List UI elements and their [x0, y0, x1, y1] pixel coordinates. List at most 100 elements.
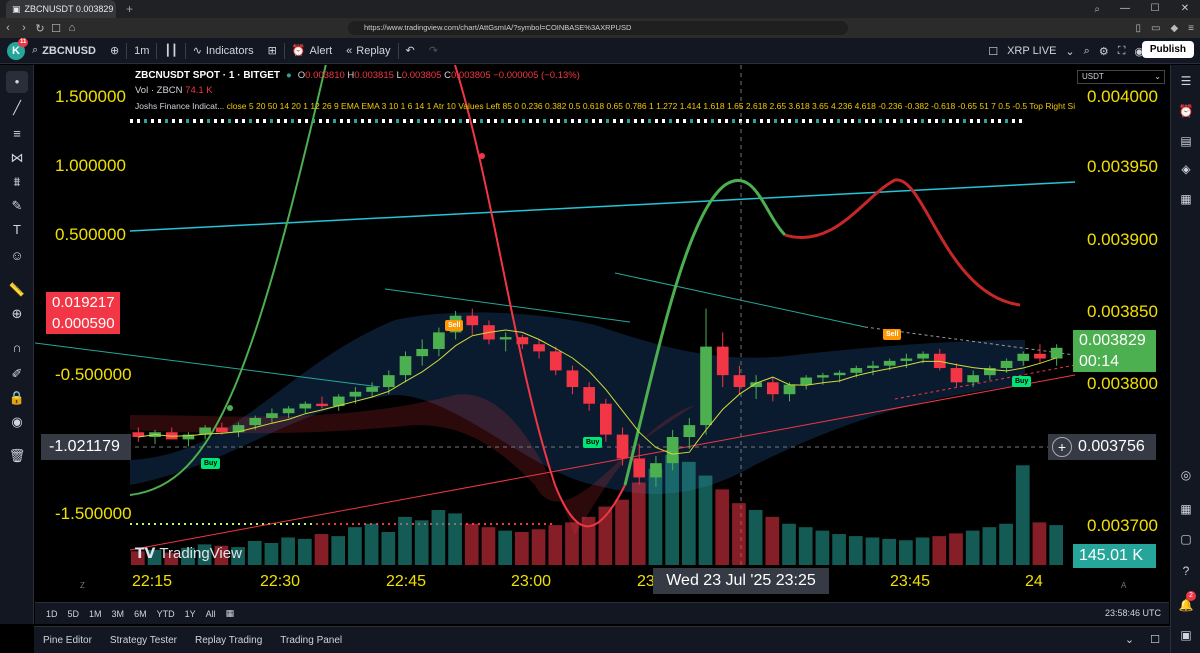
period-1m[interactable]: 1M: [84, 609, 107, 619]
period-1d[interactable]: 1D: [41, 609, 63, 619]
currency-label: USDT: [1082, 72, 1104, 81]
ruler-tool-icon[interactable]: 📏: [6, 279, 28, 301]
url-field[interactable]: https://www.tradingview.com/chart/AttGsm…: [348, 21, 848, 35]
indicator-dot: [858, 119, 861, 123]
indicator-dot: [394, 523, 396, 525]
volume-bar: [748, 510, 763, 565]
calendar-icon[interactable]: ▦: [1176, 499, 1196, 519]
candles-icon: ┃┃: [164, 45, 178, 57]
wallet-icon[interactable]: ▭: [1151, 23, 1160, 34]
crosshair-tool-icon[interactable]: •: [6, 71, 28, 93]
symbol-label: ZBCNUSD: [42, 44, 96, 57]
layout-icon[interactable]: ☐: [988, 45, 998, 58]
tab-replay-trading[interactable]: Replay Trading: [186, 635, 271, 646]
brush-tool-icon[interactable]: ✎: [6, 195, 28, 217]
interval-button[interactable]: 1m: [127, 38, 156, 64]
compare-symbol-button[interactable]: ⊕: [103, 38, 126, 64]
period-6m[interactable]: 6M: [129, 609, 152, 619]
candle-body: [867, 365, 879, 369]
watchlist-icon[interactable]: ☰: [1176, 71, 1196, 91]
indicator-dot: [388, 523, 390, 525]
fib-tool-icon[interactable]: ≡: [6, 123, 28, 145]
lock-icon[interactable]: 🔒: [6, 387, 28, 409]
tab-pine-editor[interactable]: Pine Editor: [34, 635, 101, 646]
object-tree-icon[interactable]: ▤: [1176, 131, 1196, 151]
lock-drawing-icon[interactable]: ✐: [6, 363, 28, 385]
replay-button[interactable]: « Replay: [339, 38, 397, 64]
grid-icon: ⊞: [267, 45, 277, 57]
templates-button[interactable]: ⊞: [261, 38, 284, 64]
tab-strategy-tester[interactable]: Strategy Tester: [101, 635, 186, 646]
chat-icon[interactable]: ▢: [1176, 529, 1196, 549]
symbol-search-button[interactable]: ⌕ ZBCNUSD: [25, 38, 103, 64]
layers-icon[interactable]: ◈: [1176, 159, 1196, 179]
candle-body: [1017, 353, 1030, 361]
indicator-dot: [424, 119, 427, 123]
collapse-panel-icon[interactable]: ⌄: [1125, 633, 1134, 646]
prediction-tool-icon[interactable]: ⩩: [6, 171, 28, 193]
layout-name[interactable]: XRP LIVE: [1007, 45, 1056, 57]
period-all[interactable]: All: [201, 609, 221, 619]
period-5d[interactable]: 5D: [63, 609, 85, 619]
browser-tab[interactable]: ▣ ZBCNUSDT 0.003829 ▼ −7.51%: [6, 0, 116, 18]
forward-icon[interactable]: ›: [16, 22, 32, 34]
alert-button[interactable]: ⏰ Alert: [285, 38, 339, 64]
fullscreen-icon[interactable]: ⛶: [1118, 45, 1126, 58]
indicators-button[interactable]: ∿ Indicators: [186, 38, 261, 64]
currency-select[interactable]: USDT ⌄: [1077, 70, 1165, 84]
indicator-dot: [322, 523, 324, 525]
pattern-tool-icon[interactable]: ⋈: [6, 147, 28, 169]
maximize-panel-icon[interactable]: ☐: [1150, 633, 1160, 646]
text-tool-icon[interactable]: T: [6, 219, 28, 241]
magnet-tool-icon[interactable]: ∩: [6, 337, 28, 359]
period-1y[interactable]: 1Y: [180, 609, 201, 619]
emoji-tool-icon[interactable]: ☺: [6, 245, 28, 267]
zoom-in-tool-icon[interactable]: ⊕: [6, 303, 28, 325]
minimize-icon[interactable]: —: [1110, 0, 1140, 18]
auto-scale-left-button[interactable]: Z: [80, 581, 85, 590]
close-window-icon[interactable]: ✕: [1170, 0, 1200, 18]
browser-tab-bar: ▣ ZBCNUSDT 0.003829 ▼ −7.51% + ⌕ — ☐ ✕: [0, 0, 1200, 18]
avatar[interactable]: K 11: [7, 37, 29, 60]
settings-gear-icon[interactable]: ⚙: [1099, 45, 1109, 58]
tab-trading-panel[interactable]: Trading Panel: [271, 635, 351, 646]
menu-icon[interactable]: ≡: [1188, 23, 1194, 34]
back-icon[interactable]: ‹: [0, 22, 16, 34]
ideas-icon[interactable]: ◎: [1176, 465, 1196, 485]
sidebar-icon[interactable]: ▯: [1135, 23, 1141, 34]
chart-pane[interactable]: ZBCNUSDT SPOT · 1 · BITGET ● O0.003810 H…: [35, 65, 1169, 602]
new-tab-icon[interactable]: +: [126, 2, 133, 16]
undo-button[interactable]: ↶: [399, 38, 422, 64]
redo-button[interactable]: ↷: [422, 38, 445, 64]
candle-body: [433, 332, 445, 349]
chevron-down-icon[interactable]: ⌄: [1065, 45, 1074, 58]
indicator-legend[interactable]: Joshs Finance Indicat... close 5 20 50 1…: [135, 101, 1075, 111]
help-icon[interactable]: ?: [1176, 561, 1196, 581]
trendline-tool-icon[interactable]: ╱: [6, 97, 28, 119]
open-value: 0.003810: [305, 70, 345, 81]
alerts-clock-icon[interactable]: ⏰: [1176, 101, 1196, 121]
indicator-dot: [886, 119, 889, 123]
period-3m[interactable]: 3M: [107, 609, 130, 619]
publish-button[interactable]: Publish: [1141, 41, 1194, 58]
auto-scale-right-button[interactable]: A: [1121, 581, 1126, 590]
indicators-label: Indicators: [205, 44, 254, 57]
quick-search-icon[interactable]: ⌕: [1084, 45, 1090, 58]
home-icon[interactable]: ⌂: [64, 22, 80, 34]
chart-canvas[interactable]: [35, 65, 1169, 602]
vpn-icon[interactable]: ◆: [1170, 23, 1178, 34]
tab-search-icon[interactable]: ⌕: [1094, 4, 1100, 15]
trash-icon[interactable]: 🗑: [6, 445, 28, 467]
utc-clock[interactable]: 23:58:46 UTC: [1105, 608, 1161, 618]
hotlist-icon[interactable]: ▣: [1176, 625, 1196, 645]
period-ytd[interactable]: YTD: [152, 609, 180, 619]
maximize-icon[interactable]: ☐: [1140, 0, 1170, 18]
goto-date-calendar-icon[interactable]: ▦: [221, 608, 240, 619]
news-icon[interactable]: ▦: [1176, 189, 1196, 209]
add-alert-plus-icon[interactable]: +: [1052, 437, 1072, 457]
candle-body: [266, 413, 278, 418]
reload-icon[interactable]: ↻: [32, 22, 48, 35]
bookmark-icon[interactable]: ☐: [48, 22, 64, 35]
eye-icon[interactable]: ◉: [6, 411, 28, 433]
chart-type-button[interactable]: ┃┃: [157, 38, 184, 64]
